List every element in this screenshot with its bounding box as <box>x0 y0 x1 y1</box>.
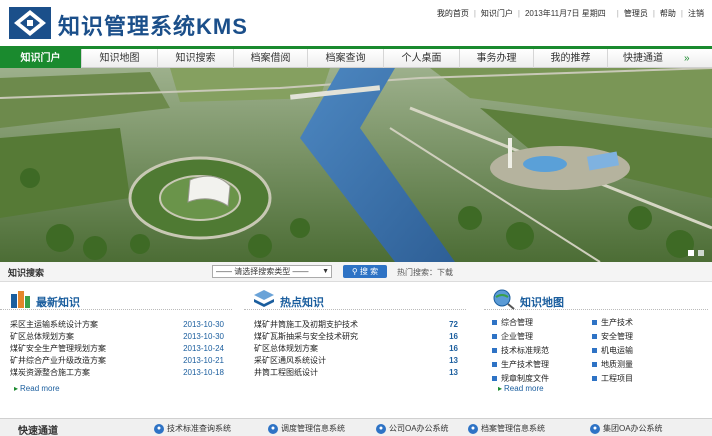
hot-knowledge-panel: 热点知识 煤矿井筒施工及初期支护技术 72 煤矿瓦斯抽采与安全技术研究 16 矿区总… <box>244 286 466 402</box>
latest-knowledge-panel: 最新知识 采区主运输系统设计方案 2013-10-30 矿区总体规划方案 2013-… <box>0 286 232 402</box>
map-category[interactable]: 生产技术 <box>592 316 692 328</box>
panel-header: 知识地图 <box>484 286 708 310</box>
latest-knowledge-list: 采区主运输系统设计方案 2013-10-30 矿区总体规划方案 2013-10-30… <box>10 318 224 378</box>
panel-header: 热点知识 <box>244 286 466 310</box>
separator: | <box>616 8 619 18</box>
link-icon: ● <box>468 423 478 434</box>
globe-magnifier-icon <box>493 289 515 310</box>
map-category[interactable]: 地质测量 <box>592 358 692 370</box>
link-icon: ● <box>590 423 600 434</box>
list-item[interactable]: 采区主运输系统设计方案 2013-10-30 <box>10 318 224 330</box>
quick-link-group-oa[interactable]: ● 集团OA办公系统 <box>590 423 663 434</box>
list-item[interactable]: 井筒工程图纸设计 13 <box>254 366 458 378</box>
search-button-label: 搜 索 <box>359 267 379 276</box>
quick-link-company-oa[interactable]: ● 公司OA办公系统 <box>376 423 449 434</box>
separator: | <box>680 8 683 18</box>
nav-tab-quick[interactable]: 快捷通道 <box>608 49 678 68</box>
nav-tab-recommend[interactable]: 我的推荐 <box>534 48 608 68</box>
map-category[interactable]: 技术标准规范 <box>492 344 592 356</box>
map-category[interactable]: 工程项目 <box>592 372 692 384</box>
search-icon: ⚲ <box>351 267 358 276</box>
map-category[interactable]: 综合管理 <box>492 316 592 328</box>
list-item[interactable]: 煤矿安全生产管理规划方案 2013-10-24 <box>10 342 224 354</box>
nav-tab-archive-query[interactable]: 档案查询 <box>308 48 384 68</box>
nav-tab-archive-borrow[interactable]: 档案借阅 <box>234 48 308 68</box>
nav-tab-knowledge-map[interactable]: 知识地图 <box>82 48 158 68</box>
list-item[interactable]: 煤矿井筒施工及初期支护技术 72 <box>254 318 458 330</box>
link-icon: ● <box>268 423 278 434</box>
banner-dot-2[interactable] <box>698 250 704 256</box>
help-link[interactable]: 帮助 <box>660 8 676 19</box>
site-title: 知识管理系统KMS <box>58 14 248 39</box>
quick-link-dispatch[interactable]: ● 调度管理信息系统 <box>268 423 345 434</box>
aerial-park-illustration <box>0 68 712 262</box>
top-links: 我的首页 | 知识门户 | 2013年11月7日 星期四 | 管理员 | 帮助 … <box>437 6 704 20</box>
quick-link-standards[interactable]: ● 技术标准查询系统 <box>154 423 231 434</box>
my-home-link[interactable]: 我的首页 <box>437 8 469 19</box>
panel-header: 最新知识 <box>0 286 232 310</box>
list-item[interactable]: 煤矿瓦斯抽采与安全技术研究 16 <box>254 330 458 342</box>
latest-knowledge-title: 最新知识 <box>36 297 80 309</box>
quick-links-title: 快速通道 <box>18 426 58 436</box>
map-category[interactable]: 安全管理 <box>592 330 692 342</box>
main-nav: 知识门户 知识地图 知识搜索 档案借阅 档案查询 个人桌面 事务办理 我的推荐 … <box>0 46 712 68</box>
nav-tab-affairs[interactable]: 事务办理 <box>460 48 534 68</box>
nav-tab-desktop[interactable]: 个人桌面 <box>384 48 460 68</box>
quick-links-bar: 快速通道 ● 技术标准查询系统 ● 调度管理信息系统 ● 公司OA办公系统 ● 档案管理… <box>0 418 712 436</box>
map-category[interactable]: 机电运输 <box>592 344 692 356</box>
kms-logo-icon <box>9 7 51 39</box>
banner-image <box>0 68 712 262</box>
quick-link-archive[interactable]: ● 档案管理信息系统 <box>468 423 545 434</box>
nav-more-icon[interactable]: » <box>684 53 690 64</box>
portal-link[interactable]: 知识门户 <box>481 8 513 19</box>
map-category[interactable]: 规章制度文件 <box>492 372 592 384</box>
list-item[interactable]: 矿区总体规划方案 16 <box>254 342 458 354</box>
search-type-select[interactable]: —— 请选择搜索类型 —— ▼ <box>212 265 332 278</box>
latest-read-more-link[interactable]: Read more <box>14 384 60 393</box>
list-item[interactable]: 矿井综合产业升级改造方案 2013-10-21 <box>10 354 224 366</box>
knowledge-map-title: 知识地图 <box>520 297 564 309</box>
current-date: 2013年11月7日 星期四 <box>524 8 606 18</box>
map-category[interactable]: 企业管理 <box>492 330 592 342</box>
knowledge-map-grid: 综合管理 生产技术 企业管理 安全管理 技术标准规范 机电运输 生产技术管理 地… <box>492 316 692 384</box>
separator: | <box>473 8 476 18</box>
logout-link[interactable]: 注销 <box>688 8 704 19</box>
banner-dot-1[interactable] <box>688 250 694 256</box>
hot-knowledge-title: 热点知识 <box>280 297 324 309</box>
map-category[interactable]: 生产技术管理 <box>492 358 592 370</box>
list-item[interactable]: 煤炭资源整合施工方案 2013-10-18 <box>10 366 224 378</box>
nav-tab-portal[interactable]: 知识门户 <box>0 48 82 68</box>
books-icon <box>11 291 30 308</box>
header: 知识管理系统KMS 我的首页 | 知识门户 | 2013年11月7日 星期四 |… <box>0 0 712 46</box>
list-item[interactable]: 矿区总体规划方案 2013-10-30 <box>10 330 224 342</box>
banner-pager <box>688 250 704 256</box>
search-label: 知识搜索 <box>8 268 45 278</box>
search-type-value: —— 请选择搜索类型 —— <box>216 267 309 276</box>
list-item[interactable]: 采矿区通风系统设计 13 <box>254 354 458 366</box>
admin-link[interactable]: 管理员 <box>624 8 648 19</box>
search-bar: 知识搜索 —— 请选择搜索类型 —— ▼ ⚲ 搜 索 热门搜索：下载 <box>0 262 712 282</box>
separator: | <box>517 8 520 18</box>
map-read-more-link[interactable]: Read more <box>498 384 544 393</box>
search-button[interactable]: ⚲ 搜 索 <box>343 265 387 278</box>
separator: | <box>652 8 655 18</box>
hot-search-words[interactable]: 热门搜索：下载 <box>397 267 453 278</box>
stack-icon <box>254 290 274 307</box>
link-icon: ● <box>376 423 386 434</box>
nav-tab-knowledge-search[interactable]: 知识搜索 <box>158 48 234 68</box>
hot-knowledge-list: 煤矿井筒施工及初期支护技术 72 煤矿瓦斯抽采与安全技术研究 16 矿区总体规划方案… <box>254 318 458 378</box>
chevron-down-icon: ▼ <box>322 268 329 275</box>
knowledge-map-panel: 知识地图 综合管理 生产技术 企业管理 安全管理 技术标准规范 机电运输 生产技… <box>484 286 708 402</box>
link-icon: ● <box>154 423 164 434</box>
